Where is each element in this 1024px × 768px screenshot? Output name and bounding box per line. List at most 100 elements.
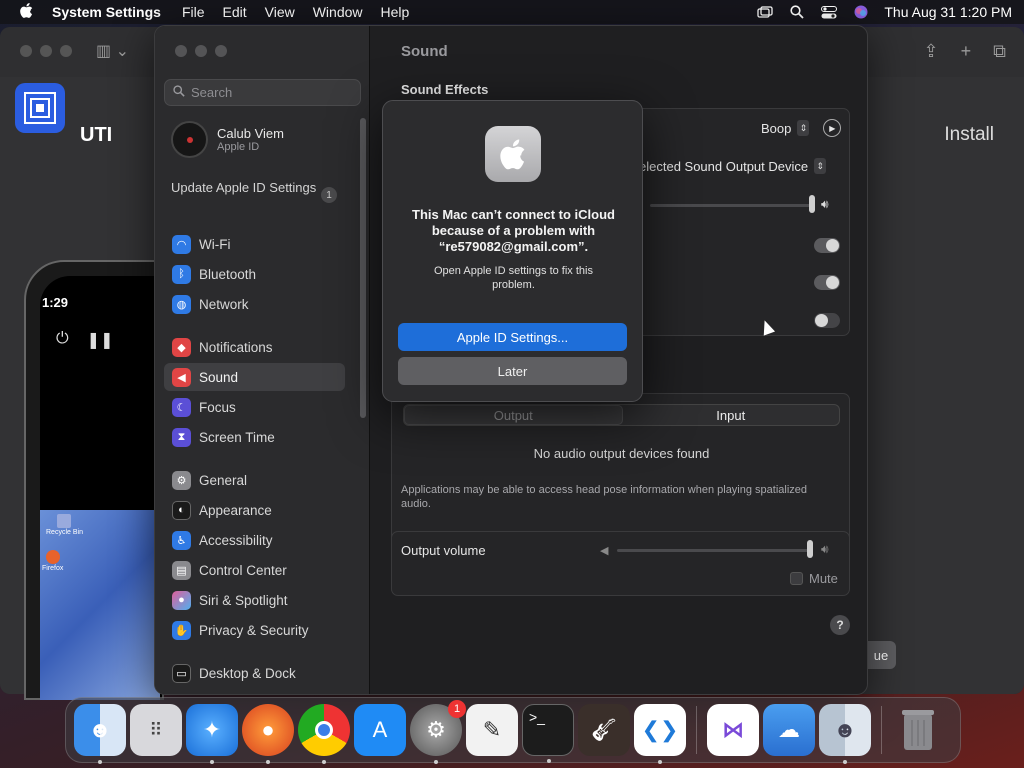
sidebar-scrollbar[interactable] <box>360 118 366 418</box>
output-volume-knob[interactable] <box>807 540 813 558</box>
sidebar-item-label: Control Center <box>199 562 287 578</box>
sidebar-item-sound[interactable]: ◀ Sound <box>164 363 345 391</box>
menubar-clock[interactable]: Thu Aug 31 1:20 PM <box>884 4 1012 20</box>
output-volume-slider[interactable] <box>617 549 812 552</box>
sidebar-item-focus[interactable]: ☾ Focus <box>164 393 345 421</box>
sidebar-item-appearance[interactable]: ◐ Appearance <box>164 496 345 524</box>
finder-icon[interactable]: ☻ <box>74 704 126 764</box>
toggle-feedback-volume[interactable] <box>814 313 840 328</box>
app-store-icon[interactable]: A <box>354 704 406 756</box>
sidebar-toggle-icon[interactable]: ▥ ⌄ <box>96 41 129 61</box>
mute-label: Mute <box>809 571 838 586</box>
toggle-ui-sound-effects[interactable] <box>814 275 840 290</box>
updown-chevron-icon: ⇕ <box>797 120 810 136</box>
notification-badge: 1 <box>448 700 466 718</box>
sidebar-item-network[interactable]: ◍ Network <box>164 290 345 318</box>
checkbox-box <box>790 572 803 585</box>
zoom-window-button[interactable] <box>215 45 227 57</box>
vscode-icon[interactable]: ❮❯ <box>634 704 686 764</box>
weather-icon[interactable]: ☁ <box>763 704 815 756</box>
speaker-loud-icon: 🔊︎ <box>821 197 829 211</box>
trash-icon[interactable] <box>892 704 944 756</box>
alert-volume-slider[interactable] <box>650 204 810 207</box>
utm-logo-icon <box>15 83 65 133</box>
page-title: Sound <box>401 43 448 60</box>
speaker-icon: ◀ <box>172 367 191 387</box>
hourglass-icon: ⧗ <box>172 427 191 447</box>
sidebar-item-label: Appearance <box>199 502 272 518</box>
sidebar-item-general[interactable]: ⚙ General <box>164 466 345 494</box>
sidebar-item-siri-spotlight[interactable]: ● Siri & Spotlight <box>164 586 345 614</box>
output-input-group: Output Input No audio output devices fou… <box>391 393 850 545</box>
screen-mirroring-icon[interactable] <box>756 5 774 19</box>
dock-icon: ▭ <box>172 663 191 683</box>
head-pose-note: Applications may be able to access head … <box>401 484 808 510</box>
mute-checkbox[interactable]: Mute <box>790 571 838 586</box>
alert-sound-value: Boop <box>761 120 792 136</box>
sidebar-item-screen-time[interactable]: ⧗ Screen Time <box>164 423 345 451</box>
play-through-popup[interactable]: elected Sound Output Device ⇕ <box>639 158 827 174</box>
play-icon[interactable]: ▶ <box>823 119 842 137</box>
control-center-icon[interactable] <box>820 5 838 19</box>
output-volume-label: Output volume <box>401 543 486 558</box>
utm-continue-button[interactable]: ue <box>866 641 896 669</box>
sidebar-item-label: Privacy & Security <box>199 622 309 638</box>
spotlight-search-icon[interactable] <box>788 5 806 19</box>
menu-window[interactable]: Window <box>304 4 372 20</box>
toggle-startup-sound[interactable] <box>814 238 840 253</box>
sidebar-item-notifications[interactable]: ◆ Notifications <box>164 333 345 361</box>
menu-help[interactable]: Help <box>372 4 419 20</box>
textedit-icon[interactable]: ✎ <box>466 704 518 756</box>
utm-install-label[interactable]: Install <box>944 124 994 146</box>
firefox-icon[interactable]: ● <box>242 704 294 764</box>
alert-message: Open Apple ID settings to fix this probl… <box>434 265 593 291</box>
windows-icon[interactable]: ⧉ <box>993 41 1006 62</box>
menu-view[interactable]: View <box>256 4 304 20</box>
system-settings-icon[interactable]: ⚙ 1 <box>410 700 466 764</box>
visual-studio-icon[interactable]: ⋈ <box>707 704 759 756</box>
no-devices-message: No audio output devices found <box>533 446 710 461</box>
apple-id-settings-button[interactable]: Apple ID Settings... <box>398 323 627 351</box>
app-menu[interactable]: System Settings <box>40 4 173 20</box>
add-icon[interactable]: + <box>961 41 972 62</box>
tab-output[interactable]: Output <box>404 405 623 425</box>
tab-input[interactable]: Input <box>623 405 840 425</box>
sidebar-item-privacy-security[interactable]: ✋ Privacy & Security <box>164 616 345 644</box>
sidebar-item-accessibility[interactable]: ♿ Accessibility <box>164 526 345 554</box>
sidebar-item-wifi[interactable]: ◠ Wi-Fi <box>164 230 345 258</box>
share-icon[interactable]: ⇪ <box>924 41 939 62</box>
wifi-icon: ◠ <box>172 234 191 254</box>
output-input-segmented-control: Output Input <box>403 404 840 426</box>
launchpad-icon[interactable]: ⠿ <box>130 704 182 756</box>
sidebar-item-label: Focus <box>199 399 236 415</box>
sidebar-item-label: Desktop & Dock <box>199 665 296 681</box>
menu-file[interactable]: File <box>173 4 214 20</box>
alert-volume-knob[interactable] <box>809 195 815 213</box>
bluetooth-icon: ᛒ <box>172 264 191 284</box>
sidebar-item-desktop-dock[interactable]: ▭ Desktop & Dock <box>164 659 345 687</box>
help-button[interactable]: ? <box>830 615 850 635</box>
power-icon[interactable]: ⏻ <box>56 330 69 350</box>
alert-sound-popup[interactable]: Boop ⇕ ▶ <box>761 119 842 137</box>
safari-icon[interactable]: ✦ <box>186 704 238 764</box>
account-name: Calub Viem <box>217 126 284 141</box>
settings-traffic-lights <box>175 45 227 57</box>
menu-edit[interactable]: Edit <box>214 4 256 20</box>
apple-menu-icon[interactable] <box>12 2 40 22</box>
siri-icon[interactable] <box>852 5 870 19</box>
terminal-icon[interactable]: >_ <box>522 704 574 763</box>
search-field[interactable]: Search <box>164 79 361 106</box>
apple-id-account[interactable]: Calub Viem Apple ID <box>171 121 284 158</box>
chrome-icon[interactable] <box>298 704 350 764</box>
close-window-button[interactable] <box>175 45 187 57</box>
icloud-error-alert: This Mac can’t connect to iCloud because… <box>382 100 643 402</box>
finder-icon-2[interactable]: ☻ <box>819 704 871 764</box>
pause-icon[interactable]: ❚❚ <box>87 330 114 350</box>
garageband-icon[interactable]: 🎸︎ <box>578 704 630 756</box>
minimize-window-button[interactable] <box>195 45 207 57</box>
firefox-desktop-icon: Firefox <box>42 550 63 572</box>
sidebar-item-control-center[interactable]: ▤ Control Center <box>164 556 345 584</box>
update-apple-id-settings[interactable]: Update Apple ID Settings <box>171 180 341 196</box>
sidebar-item-bluetooth[interactable]: ᛒ Bluetooth <box>164 260 345 288</box>
later-button[interactable]: Later <box>398 357 627 385</box>
